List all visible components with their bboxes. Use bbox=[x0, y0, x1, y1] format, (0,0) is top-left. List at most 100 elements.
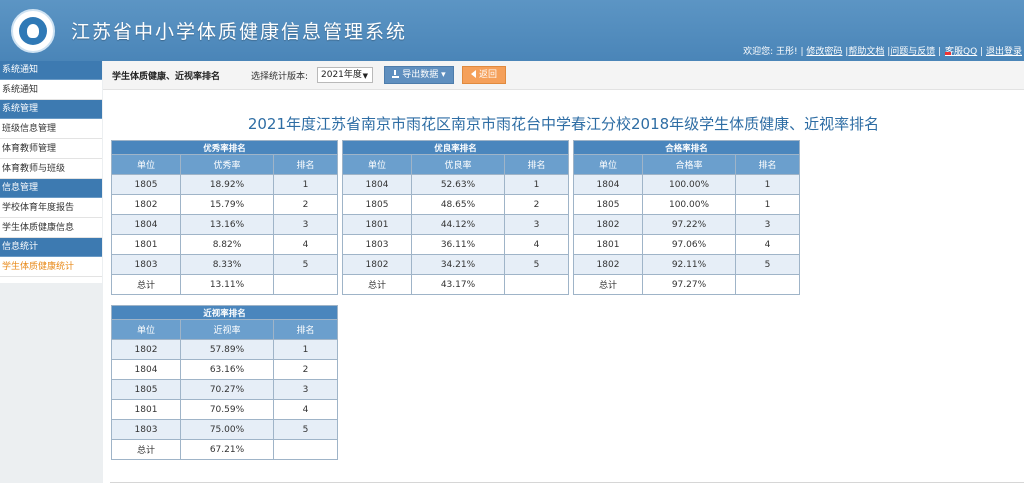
table-cell: 1 bbox=[273, 339, 338, 360]
back-arrow-icon bbox=[470, 70, 476, 78]
table-cell: 2 bbox=[273, 359, 338, 380]
table-cell: 总计 bbox=[111, 274, 181, 295]
table-cell: 92.11% bbox=[642, 254, 736, 275]
download-icon bbox=[392, 70, 400, 78]
table-cell: 8.82% bbox=[180, 234, 274, 255]
col-rank: 排名 bbox=[735, 154, 800, 175]
table-cell: 1803 bbox=[111, 254, 181, 275]
table-cell: 5 bbox=[273, 254, 338, 275]
table-caption: 优秀率排名 bbox=[111, 140, 338, 155]
welcome-text: 欢迎您: 王彤! | bbox=[743, 47, 804, 57]
table-cell: 1802 bbox=[111, 194, 181, 215]
table-cell: 15.79% bbox=[180, 194, 274, 215]
table-cell: 2 bbox=[273, 194, 338, 215]
sidebar-group-statistics[interactable]: 信息统计 bbox=[0, 238, 102, 257]
total-row: 总计 97.27% bbox=[573, 274, 800, 295]
table-cell: 1805 bbox=[342, 194, 412, 215]
table-row: 1803 75.00% 5 bbox=[111, 419, 338, 440]
table-cell bbox=[273, 439, 338, 460]
col-unit: 单位 bbox=[342, 154, 412, 175]
help-docs-link[interactable]: 帮助文档 bbox=[848, 47, 884, 57]
table-cell: 1802 bbox=[573, 214, 643, 235]
sidebar-item-class-info[interactable]: 班级信息管理 bbox=[0, 119, 102, 139]
sidebar: 系统通知 系统通知 系统管理 班级信息管理 体育教师管理 体育教师与班级 信息管… bbox=[0, 61, 102, 283]
col-rank: 排名 bbox=[273, 154, 338, 175]
version-select[interactable]: 2021年度 ▼ bbox=[317, 67, 373, 83]
table-cell: 100.00% bbox=[642, 194, 736, 215]
table-cell: 100.00% bbox=[642, 174, 736, 195]
table-cell: 5 bbox=[504, 254, 569, 275]
table-caption: 近视率排名 bbox=[111, 305, 338, 320]
pass-rate-table: 合格率排名 单位 合格率 排名 1804 100.00% 1 1805 100.00% 1 … bbox=[573, 140, 800, 295]
table-row: 1802 97.22% 3 bbox=[573, 214, 800, 235]
table-cell: 1804 bbox=[111, 214, 181, 235]
table-cell: 70.27% bbox=[180, 379, 274, 400]
table-cell: 4 bbox=[504, 234, 569, 255]
sidebar-item-annual-report[interactable]: 学校体育年度报告 bbox=[0, 198, 102, 218]
sidebar-group-notice[interactable]: 系统通知 bbox=[0, 61, 102, 80]
table-row: 1802 92.11% 5 bbox=[573, 254, 800, 275]
app-title: 江苏省中小学体质健康信息管理系统 bbox=[71, 21, 408, 43]
col-unit: 单位 bbox=[111, 319, 181, 340]
table-cell: 97.22% bbox=[642, 214, 736, 235]
table-cell: 1 bbox=[273, 174, 338, 195]
table-row: 1803 8.33% 5 bbox=[111, 254, 338, 275]
table-cell: 3 bbox=[504, 214, 569, 235]
table-cell: 1801 bbox=[573, 234, 643, 255]
table-row: 1804 52.63% 1 bbox=[342, 174, 569, 195]
col-unit: 单位 bbox=[573, 154, 643, 175]
table-cell: 63.16% bbox=[180, 359, 274, 380]
sidebar-group-system-admin[interactable]: 系统管理 bbox=[0, 100, 102, 119]
user-links: 欢迎您: 王彤! | 修改密码 |帮助文档 |问题与反馈 | 客服QQ | 退出… bbox=[743, 47, 1022, 57]
table-cell: 3 bbox=[735, 214, 800, 235]
version-label: 选择统计版本: bbox=[251, 72, 309, 82]
table-cell: 1803 bbox=[342, 234, 412, 255]
table-cell: 1805 bbox=[111, 174, 181, 195]
table-cell: 48.65% bbox=[411, 194, 505, 215]
sidebar-item-health-statistics[interactable]: 学生体质健康统计 bbox=[0, 257, 102, 277]
col-rate: 近视率 bbox=[180, 319, 274, 340]
sidebar-item-student-health-info[interactable]: 学生体质健康信息 bbox=[0, 218, 102, 238]
page-title: 2021年度江苏省南京市雨花区南京市雨花台中学春江分校2018年级学生体质健康、… bbox=[247, 115, 880, 133]
table-cell: 2 bbox=[504, 194, 569, 215]
feedback-link[interactable]: 问题与反馈 bbox=[890, 47, 935, 57]
sidebar-item-system-notice[interactable]: 系统通知 bbox=[0, 80, 102, 100]
sidebar-item-teacher-class[interactable]: 体育教师与班级 bbox=[0, 159, 102, 179]
table-cell: 1802 bbox=[111, 339, 181, 360]
logout-link[interactable]: 退出登录 bbox=[986, 47, 1022, 57]
table-row: 1805 48.65% 2 bbox=[342, 194, 569, 215]
table-row: 1801 8.82% 4 bbox=[111, 234, 338, 255]
table-cell: 43.17% bbox=[411, 274, 505, 295]
table-cell: 70.59% bbox=[180, 399, 274, 420]
col-rate: 优良率 bbox=[411, 154, 505, 175]
table-cell: 1804 bbox=[342, 174, 412, 195]
app-header: 江苏省中小学体质健康信息管理系统 欢迎您: 王彤! | 修改密码 |帮助文档 |… bbox=[0, 0, 1024, 61]
table-cell: 13.11% bbox=[180, 274, 274, 295]
sidebar-item-pe-teachers[interactable]: 体育教师管理 bbox=[0, 139, 102, 159]
table-cell: 36.11% bbox=[411, 234, 505, 255]
sidebar-group-info-admin[interactable]: 信息管理 bbox=[0, 179, 102, 198]
table-row: 1801 44.12% 3 bbox=[342, 214, 569, 235]
table-cell: 44.12% bbox=[411, 214, 505, 235]
table-row: 1805 70.27% 3 bbox=[111, 379, 338, 400]
table-cell: 1802 bbox=[342, 254, 412, 275]
change-password-link[interactable]: 修改密码 bbox=[806, 47, 842, 57]
table-cell: 1805 bbox=[111, 379, 181, 400]
table-row: 1805 18.92% 1 bbox=[111, 174, 338, 195]
table-cell: 总计 bbox=[573, 274, 643, 295]
table-cell bbox=[735, 274, 800, 295]
table-cell bbox=[504, 274, 569, 295]
table-row: 1805 100.00% 1 bbox=[573, 194, 800, 215]
table-cell: 1802 bbox=[573, 254, 643, 275]
export-data-button[interactable]: 导出数据 ▾ bbox=[384, 66, 454, 84]
table-row: 1802 15.79% 2 bbox=[111, 194, 338, 215]
caret-down-icon: ▾ bbox=[441, 70, 446, 80]
table-caption: 优良率排名 bbox=[342, 140, 569, 155]
toolbar: 学生体质健康、近视率排名 选择统计版本: 2021年度 ▼ 导出数据 ▾ 返回 bbox=[103, 61, 1024, 90]
table-cell: 4 bbox=[273, 399, 338, 420]
back-button[interactable]: 返回 bbox=[462, 66, 506, 84]
table-cell: 8.33% bbox=[180, 254, 274, 275]
table-row: 1801 97.06% 4 bbox=[573, 234, 800, 255]
col-rank: 排名 bbox=[504, 154, 569, 175]
table-cell: 1801 bbox=[111, 234, 181, 255]
